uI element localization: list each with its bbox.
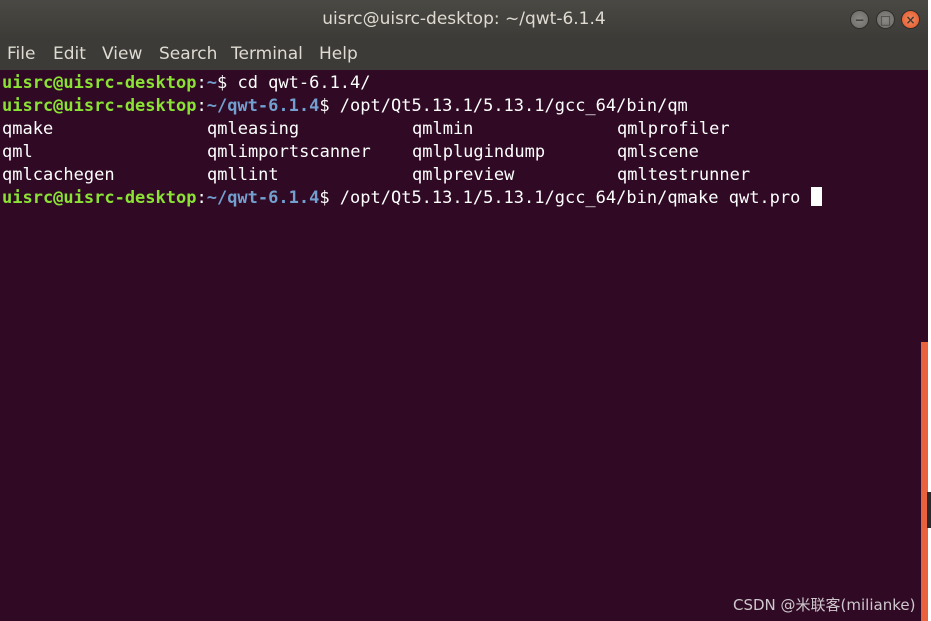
completion-row: qmlcachegen qmllint qmlpreview qmltestru… <box>2 164 902 187</box>
user-host: uisrc@uisrc-desktop <box>2 73 197 93</box>
completion-item: qmlpreview <box>412 165 515 185</box>
prompt-separator: : <box>196 73 207 93</box>
window-edge-mark <box>927 492 931 528</box>
completion-item: qmlplugindump <box>412 142 546 162</box>
completion-item: qmleasing <box>207 119 300 139</box>
prompt-path: ~ <box>206 73 217 93</box>
prompt-symbol: $ <box>216 73 238 93</box>
completion-row: qml qmlimportscanner qmlplugindump qmlsc… <box>2 141 902 164</box>
completion-item: qml <box>2 142 33 162</box>
prompt-path: ~/qwt-6.1.4 <box>206 188 320 208</box>
menu-edit[interactable]: Edit <box>53 44 86 64</box>
command-text: /opt/Qt5.13.1/5.13.1/gcc_64/bin/qm <box>339 96 688 116</box>
prompt-path: ~/qwt-6.1.4 <box>206 96 320 116</box>
close-button[interactable]: × <box>901 10 920 29</box>
menu-file[interactable]: File <box>7 44 35 64</box>
completion-item: qmlmin <box>412 119 474 139</box>
menu-terminal[interactable]: Terminal <box>231 44 303 64</box>
prompt-line-2: uisrc@uisrc-desktop:~/qwt-6.1.4$ /opt/Qt… <box>2 95 688 118</box>
minimize-button[interactable]: − <box>850 10 869 29</box>
completion-item: qmlcachegen <box>2 165 115 185</box>
completion-item: qmltestrunner <box>617 165 751 185</box>
user-host: uisrc@uisrc-desktop <box>2 188 197 208</box>
prompt-symbol: $ <box>319 96 340 116</box>
prompt-separator: : <box>196 96 207 116</box>
completion-item: qmlimportscanner <box>207 142 371 162</box>
prompt-line-3: uisrc@uisrc-desktop:~/qwt-6.1.4$ /opt/Qt… <box>2 187 822 210</box>
completion-item: qmlscene <box>617 142 699 162</box>
maximize-button[interactable]: □ <box>876 10 895 29</box>
completion-item: qmake <box>2 119 54 139</box>
completion-row: qmake qmleasing qmlmin qmlprofiler <box>2 118 902 141</box>
command-text: cd qwt-6.1.4/ <box>237 73 371 93</box>
window-title: uisrc@uisrc-desktop: ~/qwt-6.1.4 <box>322 9 606 29</box>
prompt-separator: : <box>196 188 207 208</box>
menu-view[interactable]: View <box>102 44 142 64</box>
user-host: uisrc@uisrc-desktop <box>2 96 197 116</box>
command-text: /opt/Qt5.13.1/5.13.1/gcc_64/bin/qmake qw… <box>339 188 811 208</box>
watermark: CSDN @米联客(milianke) <box>733 596 916 614</box>
scrollbar-thumb[interactable] <box>921 342 928 621</box>
completion-item: qmlprofiler <box>617 119 730 139</box>
prompt-line-1: uisrc@uisrc-desktop:~$ cd qwt-6.1.4/ <box>2 72 371 95</box>
menu-search[interactable]: Search <box>159 44 217 64</box>
terminal-window: uisrc@uisrc-desktop: ~/qwt-6.1.4 − □ × F… <box>0 0 928 621</box>
menu-bar: File Edit View Search Terminal Help <box>0 40 928 70</box>
title-bar[interactable]: uisrc@uisrc-desktop: ~/qwt-6.1.4 − □ × <box>0 0 928 40</box>
text-cursor <box>810 187 822 206</box>
terminal-output[interactable]: uisrc@uisrc-desktop:~$ cd qwt-6.1.4/ uis… <box>0 72 920 621</box>
menu-help[interactable]: Help <box>319 44 358 64</box>
completion-item: qmllint <box>207 165 279 185</box>
prompt-symbol: $ <box>319 188 340 208</box>
